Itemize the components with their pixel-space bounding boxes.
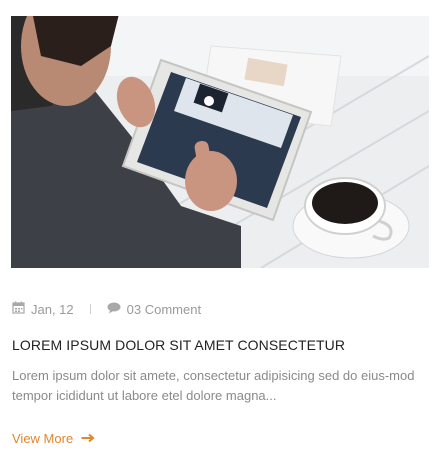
post-date-text: Jan, 12 xyxy=(31,301,74,317)
post-comments-text[interactable]: 03 Comment xyxy=(127,302,201,317)
meta-divider xyxy=(89,304,91,314)
post-comments[interactable]: 03 Comment xyxy=(107,302,201,317)
blog-post-card: Jan, 12 03 Comment LOREM IPSUM DOLOR SIT… xyxy=(0,0,440,470)
calendar-icon xyxy=(12,301,25,317)
view-more-link[interactable]: View More xyxy=(12,429,95,447)
post-image[interactable] xyxy=(11,16,429,268)
comment-icon xyxy=(107,302,121,317)
arrow-right-icon xyxy=(81,431,95,446)
post-meta: Jan, 12 03 Comment xyxy=(12,300,201,318)
view-more-label[interactable]: View More xyxy=(12,431,73,446)
post-excerpt: Lorem ipsum dolor sit amete, consectetur… xyxy=(12,368,415,403)
post-date: Jan, 12 xyxy=(12,301,74,317)
post-title[interactable]: LOREM IPSUM DOLOR SIT AMET CONSECTETUR xyxy=(12,337,428,353)
